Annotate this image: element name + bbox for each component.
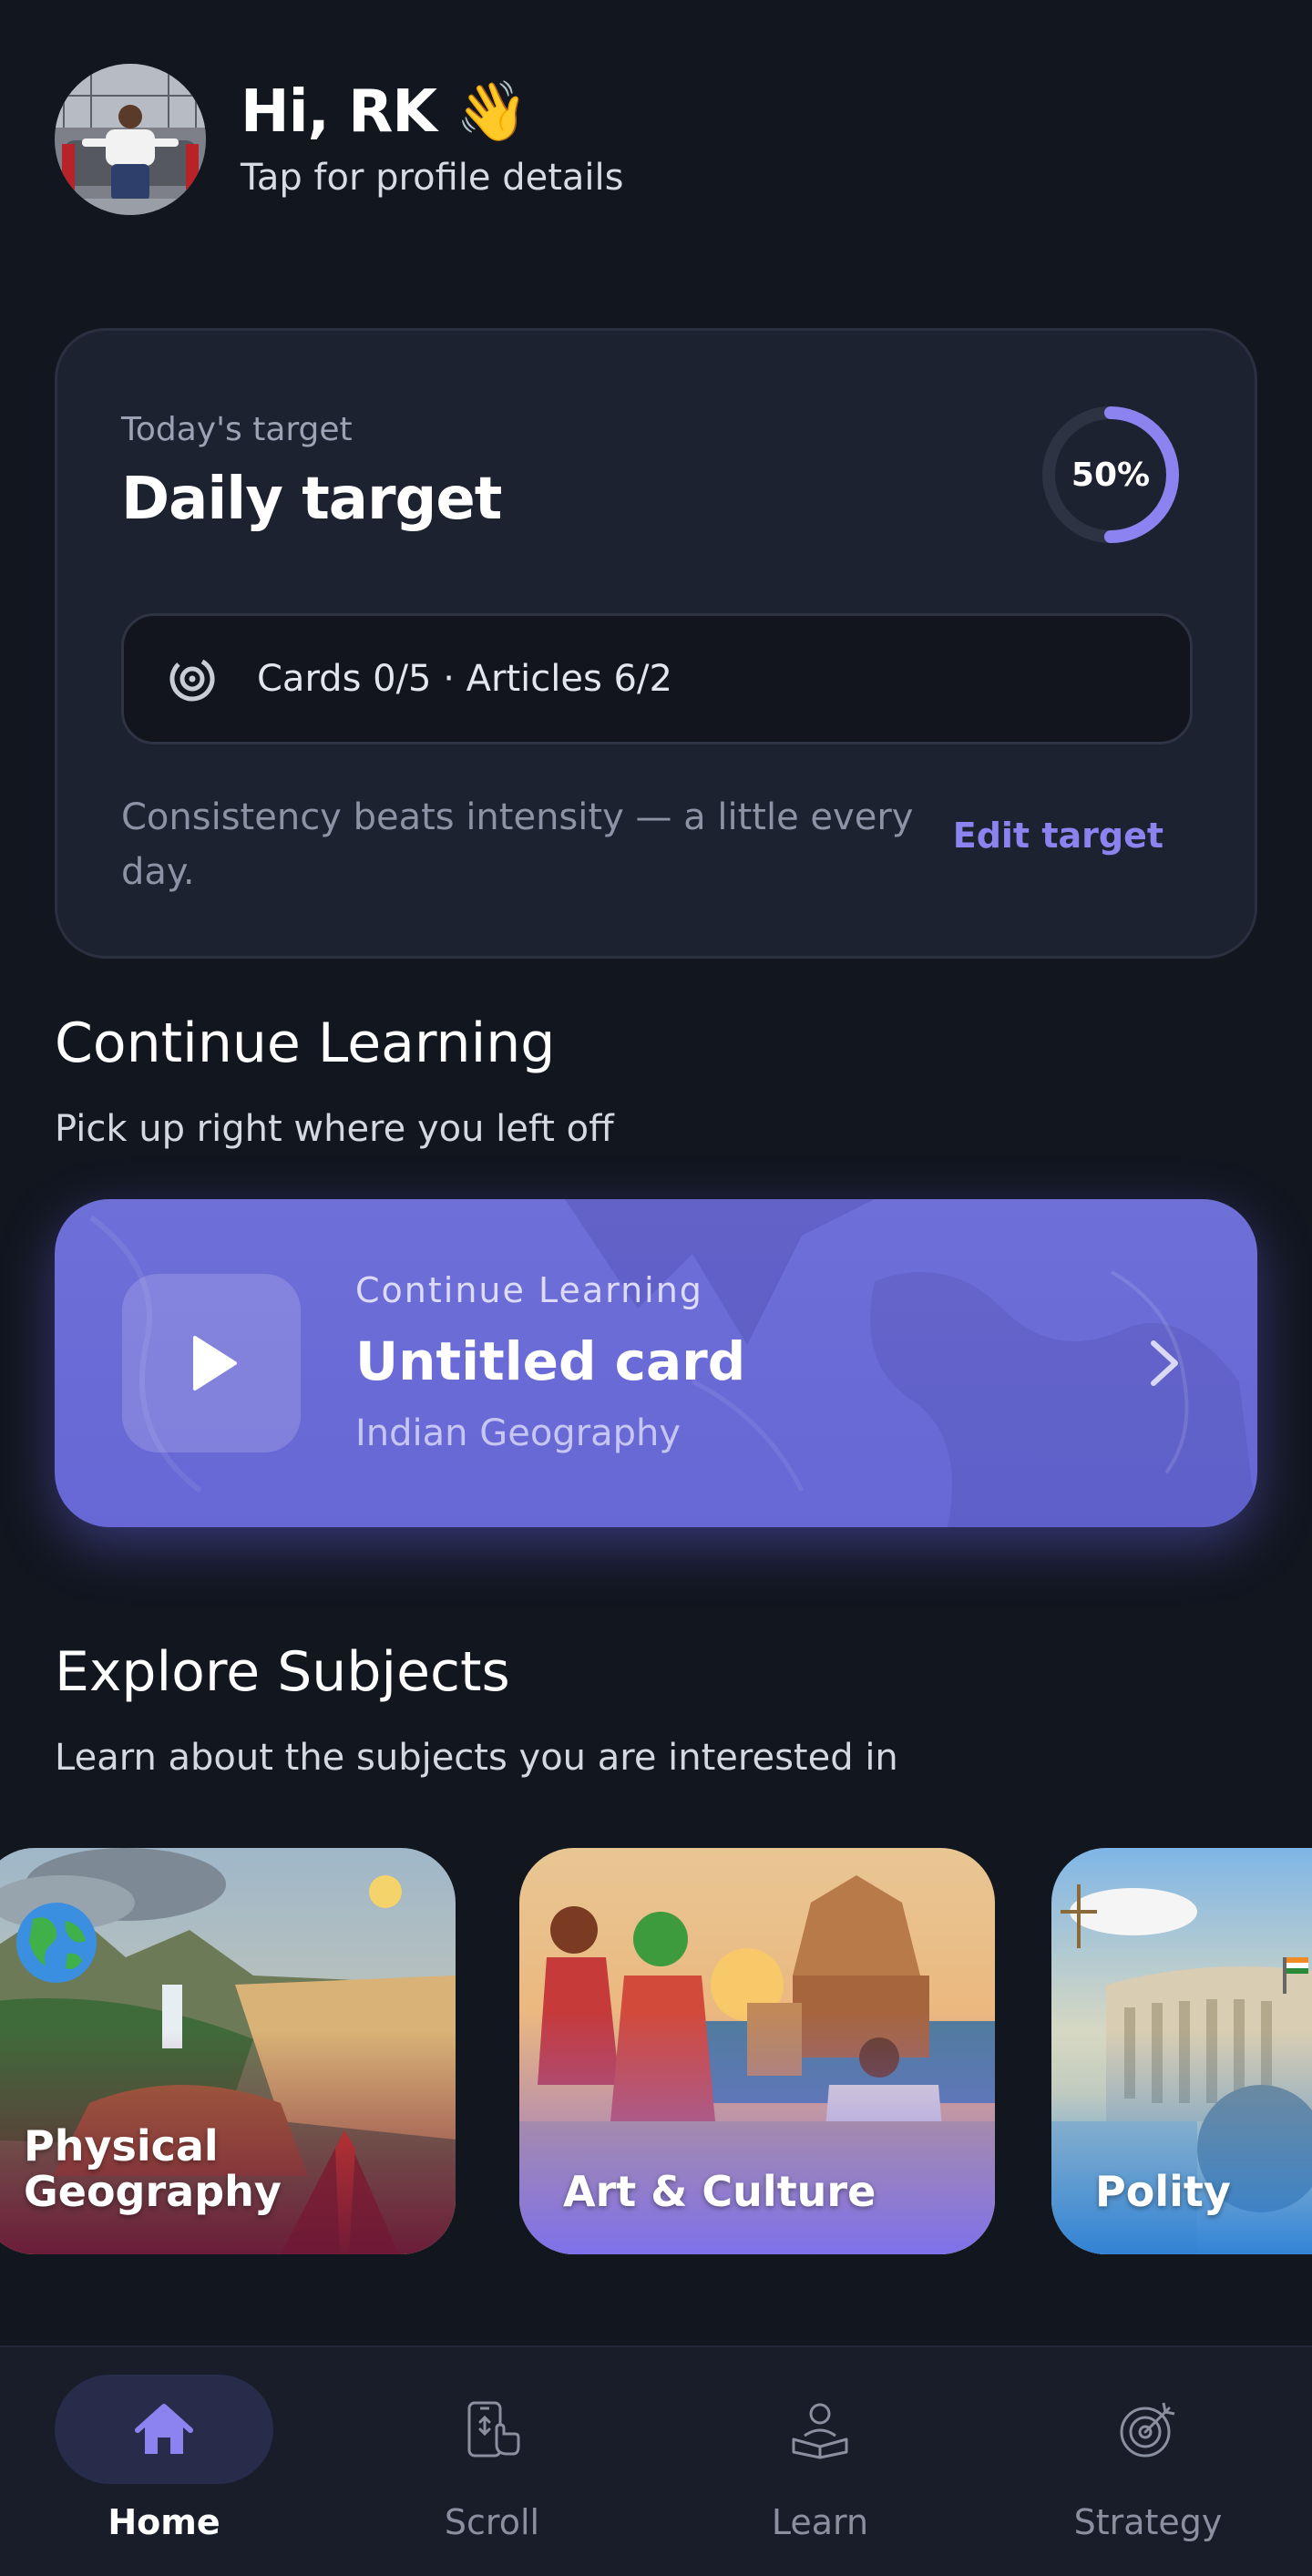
target-stats: Cards 0/5 · Articles 6/2	[257, 658, 672, 700]
greeting-title: Hi, RK 👋	[241, 77, 528, 146]
motivation-quote: Consistency beats intensity — a little e…	[121, 790, 941, 899]
target-title: Daily target	[121, 466, 502, 533]
subject-label-line-1: Physical	[24, 2121, 219, 2171]
play-icon	[193, 1336, 237, 1391]
subject-label-line-1: Art & Culture	[563, 2167, 876, 2216]
progress-ring: 50%	[1040, 404, 1182, 546]
explore-section-subtitle: Learn about the subjects you are interes…	[55, 1737, 898, 1779]
nav-label-strategy: Strategy	[1073, 2502, 1223, 2542]
subject-card-art-culture[interactable]: Art & Culture	[519, 1848, 995, 2254]
nav-label-home: Home	[108, 2502, 220, 2542]
subject-label: Art & Culture	[563, 2169, 876, 2214]
globe-icon	[15, 1901, 98, 1985]
explore-section-title: Explore Subjects	[55, 1640, 510, 1704]
home-icon	[135, 2404, 193, 2454]
nav-label-scroll: Scroll	[444, 2502, 540, 2542]
subject-card-polity[interactable]: Polity	[1051, 1848, 1312, 2254]
quote-line-2: day.	[121, 851, 195, 893]
subject-label: Polity	[1095, 2169, 1231, 2214]
progress-percent: 50%	[1071, 456, 1151, 494]
subject-carousel[interactable]: Physical Geography Art & Culture Polity	[0, 1848, 1312, 2258]
reader-icon	[792, 2403, 848, 2459]
nav-pill-learn[interactable]	[711, 2375, 929, 2484]
avatar[interactable]	[55, 64, 206, 215]
bottom-navigation: Home Scroll Learn Strategy	[0, 2345, 1312, 2576]
nav-item-learn[interactable]: Learn	[711, 2375, 929, 2557]
subject-label-line-1: Polity	[1095, 2167, 1231, 2216]
subject-label: Physical Geography	[24, 2123, 282, 2214]
phone-swipe-icon	[467, 2401, 520, 2458]
continue-card-label: Continue Learning	[355, 1270, 703, 1310]
target-arrow-icon	[1120, 2402, 1175, 2458]
subject-label-line-2: Geography	[24, 2167, 282, 2216]
chevron-right-icon	[1141, 1336, 1186, 1391]
continue-card-subject: Indian Geography	[355, 1412, 682, 1454]
target-label: Today's target	[121, 411, 353, 448]
continue-learning-card[interactable]: Continue Learning Untitled card Indian G…	[55, 1199, 1257, 1527]
nav-pill-strategy[interactable]	[1039, 2375, 1257, 2484]
target-icon	[168, 654, 217, 703]
nav-pill-home[interactable]	[55, 2375, 273, 2484]
profile-header[interactable]: Hi, RK 👋 Tap for profile details	[55, 64, 623, 215]
nav-item-scroll[interactable]: Scroll	[383, 2375, 601, 2557]
target-progress-box: Cards 0/5 · Articles 6/2	[121, 613, 1193, 744]
continue-card-title: Untitled card	[355, 1330, 746, 1392]
nav-label-learn: Learn	[771, 2502, 869, 2542]
subject-card-physical-geography[interactable]: Physical Geography	[0, 1848, 456, 2254]
nav-item-home[interactable]: Home	[55, 2375, 273, 2557]
continue-section-subtitle: Pick up right where you left off	[55, 1108, 614, 1150]
play-button[interactable]	[122, 1274, 301, 1452]
continue-section-title: Continue Learning	[55, 1011, 556, 1075]
quote-line-1: Consistency beats intensity — a little e…	[121, 796, 914, 838]
daily-target-card: Today's target Daily target 50% Cards 0/…	[55, 328, 1257, 959]
greeting-subtitle[interactable]: Tap for profile details	[241, 157, 623, 199]
nav-item-strategy[interactable]: Strategy	[1039, 2375, 1257, 2557]
edit-target-button[interactable]: Edit target	[953, 816, 1163, 856]
nav-pill-scroll[interactable]	[383, 2375, 601, 2484]
